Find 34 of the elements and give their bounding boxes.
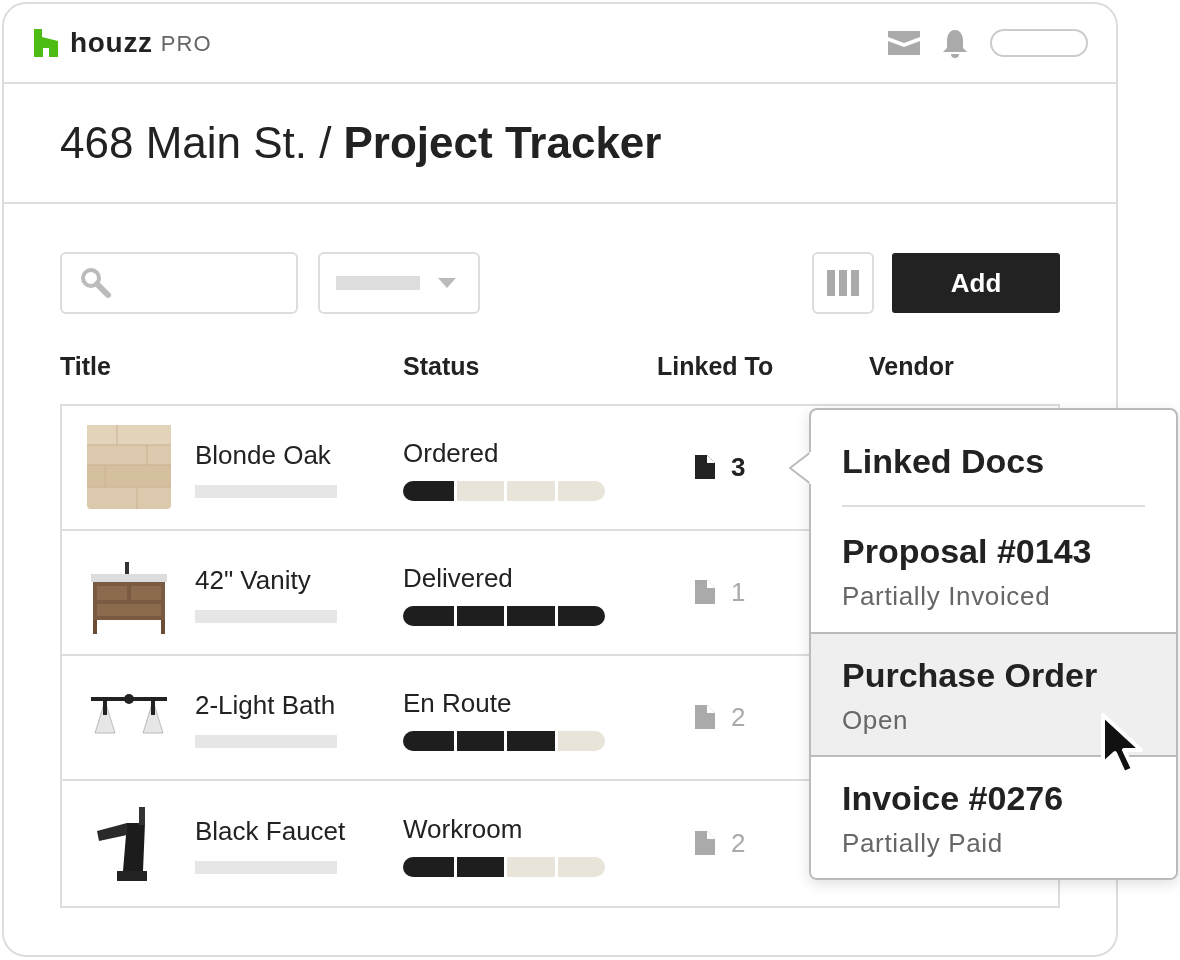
columns-button[interactable] [812, 252, 874, 314]
document-icon [693, 454, 717, 480]
linked-doc-item[interactable]: Proposal #0143 Partially Invoiced [811, 509, 1176, 632]
document-icon [693, 579, 717, 605]
column-header: Title [60, 351, 112, 382]
status-label: Ordered [403, 436, 500, 470]
document-icon [693, 704, 717, 730]
item-title: 2-Light Bath [195, 689, 337, 722]
item-title: Black Faucet [195, 815, 346, 848]
filter-dropdown[interactable] [318, 252, 480, 314]
status-label: Workroom [403, 812, 524, 846]
status-label: En Route [403, 686, 513, 720]
columns-icon [827, 270, 859, 296]
logo-icon [32, 29, 60, 57]
project-location: 468 Main St. / [60, 117, 332, 169]
caret-icon [438, 278, 456, 288]
column-header: Vendor [869, 351, 955, 382]
logo-suffix: PRO [160, 29, 212, 58]
status-label: Delivered [403, 561, 514, 595]
linked-doc-item[interactable]: Purchase Order Open [811, 632, 1176, 755]
add-button[interactable]: Add [892, 253, 1060, 313]
search-icon [80, 267, 112, 299]
mail-icon [888, 31, 920, 55]
linked-doc-item[interactable]: Invoice #0276 Partially Paid [811, 755, 1176, 878]
page-title: Project Tracker [343, 117, 662, 169]
item-title: 42" Vanity [195, 564, 312, 597]
search-field[interactable] [60, 252, 298, 314]
logo-text: houzz [70, 26, 153, 60]
account-pill[interactable] [990, 29, 1088, 57]
document-icon [693, 830, 717, 856]
item-title: Blonde Oak [195, 439, 332, 472]
popover-title: Linked Docs [842, 436, 1145, 507]
column-header: Linked To [657, 351, 775, 382]
column-header: Status [403, 351, 481, 382]
